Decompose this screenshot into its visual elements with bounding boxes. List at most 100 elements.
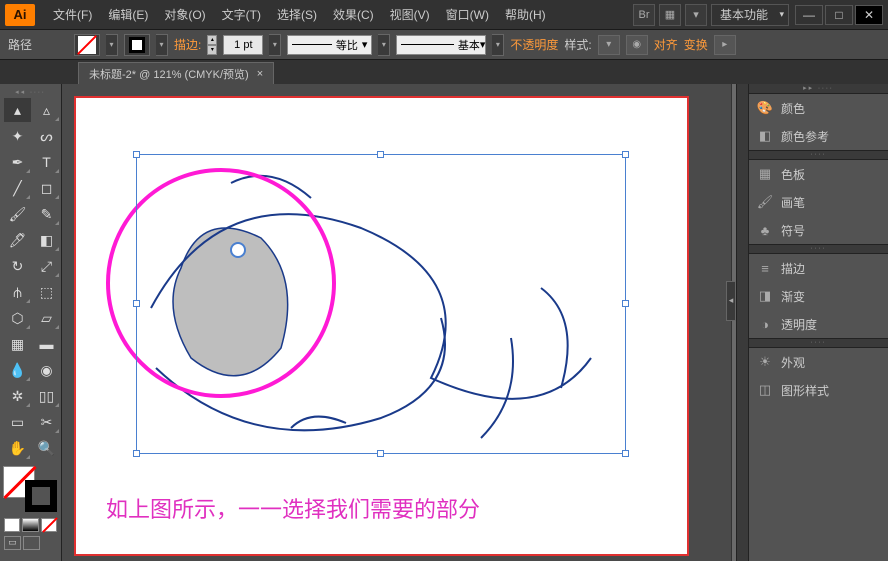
selection-handle[interactable] [622, 450, 629, 457]
panel-separator[interactable]: ∙∙∙∙ [749, 244, 888, 254]
menu-window[interactable]: 窗口(W) [438, 6, 497, 23]
menu-type[interactable]: 文字(T) [214, 6, 269, 23]
hand-tool[interactable]: ✋ [4, 436, 31, 460]
transform-label[interactable]: 变换 [684, 36, 708, 53]
menu-object[interactable]: 对象(O) [156, 6, 213, 23]
workspace-switcher[interactable]: 基本功能 [711, 4, 789, 26]
panel-color-guide[interactable]: ◧颜色参考 [749, 122, 888, 150]
rectangle-tool[interactable]: ◻ [33, 176, 60, 200]
document-tab[interactable]: 未标题-2* @ 121% (CMYK/预览) × [78, 62, 274, 84]
pen-tool[interactable]: ✒ [4, 150, 31, 174]
menu-file[interactable]: 文件(F) [45, 6, 100, 23]
color-mode-gradient[interactable] [22, 518, 38, 532]
zoom-tool[interactable]: 🔍 [33, 436, 60, 460]
selection-bounding-box[interactable] [136, 154, 626, 454]
panel-grip-icon[interactable]: ▸▸ ∙∙∙∙ [749, 84, 888, 94]
mesh-tool[interactable]: ▦ [4, 332, 31, 356]
type-tool[interactable]: T [33, 150, 60, 174]
gradient-tool[interactable]: ▬ [33, 332, 60, 356]
panel-symbols[interactable]: ♣符号 [749, 216, 888, 244]
paintbrush-tool[interactable]: 🖌 [4, 202, 31, 226]
profile-dropdown[interactable]: 等比▾ [287, 35, 372, 55]
scale-tool[interactable]: ⤢ [33, 254, 60, 278]
free-transform-tool[interactable]: ⬚ [33, 280, 60, 304]
shape-builder-tool[interactable]: ⬡ [4, 306, 31, 330]
vertical-scrollbar[interactable] [731, 84, 736, 561]
stroke-label[interactable]: 描边: [174, 36, 201, 53]
stroke-weight-stepper[interactable]: ▴▾ [207, 35, 217, 55]
stroke-dropdown-icon[interactable]: ▾ [156, 34, 168, 56]
lasso-tool[interactable]: ᔕ [33, 124, 60, 148]
width-tool[interactable]: ⫛ [4, 280, 31, 304]
panel-gradient[interactable]: ◨渐变 [749, 282, 888, 310]
menu-help[interactable]: 帮助(H) [497, 6, 554, 23]
brush-def-dropdown[interactable]: 基本▾ [396, 35, 486, 55]
selection-tool[interactable]: ▴ [4, 98, 31, 122]
pencil-tool[interactable]: ✎ [33, 202, 60, 226]
panel-stroke[interactable]: ≡描边 [749, 254, 888, 282]
profile-arrow-icon[interactable]: ▾ [378, 34, 390, 56]
artboard-tool[interactable]: ▭ [4, 410, 31, 434]
selection-handle[interactable] [133, 300, 140, 307]
artboard[interactable]: 如上图所示，一一选择我们需要的部分 [74, 96, 689, 556]
stroke-color-icon[interactable] [25, 480, 57, 512]
search-icon[interactable]: ▾ [685, 4, 707, 26]
perspective-tool[interactable]: ▱ [33, 306, 60, 330]
panel-separator[interactable]: ∙∙∙∙ [749, 150, 888, 160]
canvas-area[interactable]: 如上图所示，一一选择我们需要的部分 [62, 84, 736, 561]
panel-options-icon[interactable]: ▸ [714, 35, 736, 55]
selection-handle[interactable] [377, 450, 384, 457]
menu-effect[interactable]: 效果(C) [325, 6, 382, 23]
fill-dropdown-icon[interactable]: ▾ [106, 34, 118, 56]
eyedropper-tool[interactable]: 💧 [4, 358, 31, 382]
panel-grip-icon[interactable]: ◂◂ ∙∙∙∙ [2, 88, 59, 96]
recolor-button[interactable]: ◉ [626, 35, 648, 55]
maximize-button[interactable]: □ [825, 5, 853, 25]
slice-tool[interactable]: ✂ [33, 410, 60, 434]
color-mode-solid[interactable] [4, 518, 20, 532]
bridge-icon[interactable]: Br [633, 4, 655, 26]
panel-graphic-styles[interactable]: ◫图形样式 [749, 376, 888, 404]
selection-handle[interactable] [377, 151, 384, 158]
color-mode-none[interactable] [41, 518, 57, 532]
eraser-tool[interactable]: ◧ [33, 228, 60, 252]
stroke-weight-input[interactable] [223, 35, 263, 55]
direct-selection-tool[interactable]: ▵ [33, 98, 60, 122]
blend-tool[interactable]: ◉ [33, 358, 60, 382]
stroke-swatch[interactable] [124, 34, 150, 56]
close-button[interactable]: ✕ [855, 5, 883, 25]
fill-swatch[interactable] [74, 34, 100, 56]
panel-color[interactable]: 🎨颜色 [749, 94, 888, 122]
menu-select[interactable]: 选择(S) [269, 6, 325, 23]
screen-mode-normal[interactable]: ▭ [4, 536, 21, 550]
opacity-label[interactable]: 不透明度 [510, 36, 558, 53]
graph-tool[interactable]: ▯▯ [33, 384, 60, 408]
collapse-panels-icon[interactable]: ◂ [726, 281, 736, 321]
stroke-weight-dropdown-icon[interactable]: ▾ [269, 34, 281, 56]
panel-brushes[interactable]: 🖌画笔 [749, 188, 888, 216]
close-tab-icon[interactable]: × [257, 68, 263, 80]
symbol-sprayer-tool[interactable]: ✲ [4, 384, 31, 408]
panel-separator[interactable]: ∙∙∙∙ [749, 338, 888, 348]
menu-view[interactable]: 视图(V) [382, 6, 438, 23]
selection-handle[interactable] [133, 450, 140, 457]
arrange-docs-icon[interactable]: ▦ [659, 4, 681, 26]
panel-appearance[interactable]: ☀外观 [749, 348, 888, 376]
menu-edit[interactable]: 编辑(E) [100, 6, 156, 23]
panel-transparency[interactable]: ◑透明度 [749, 310, 888, 338]
line-tool[interactable]: ╱ [4, 176, 31, 200]
selection-handle[interactable] [622, 151, 629, 158]
screen-mode-dropdown-icon[interactable] [23, 536, 40, 550]
selection-handle[interactable] [622, 300, 629, 307]
brush-def-arrow-icon[interactable]: ▾ [492, 34, 504, 56]
rotate-tool[interactable]: ↻ [4, 254, 31, 278]
style-thumb[interactable]: ▾ [598, 35, 620, 55]
align-label[interactable]: 对齐 [654, 36, 678, 53]
fill-stroke-control[interactable] [3, 466, 59, 512]
panel-dock-strip[interactable] [736, 84, 748, 561]
minimize-button[interactable]: ― [795, 5, 823, 25]
panel-swatches[interactable]: ▦色板 [749, 160, 888, 188]
magic-wand-tool[interactable]: ✦ [4, 124, 31, 148]
selection-handle[interactable] [133, 151, 140, 158]
blob-brush-tool[interactable]: 🖊 [4, 228, 31, 252]
